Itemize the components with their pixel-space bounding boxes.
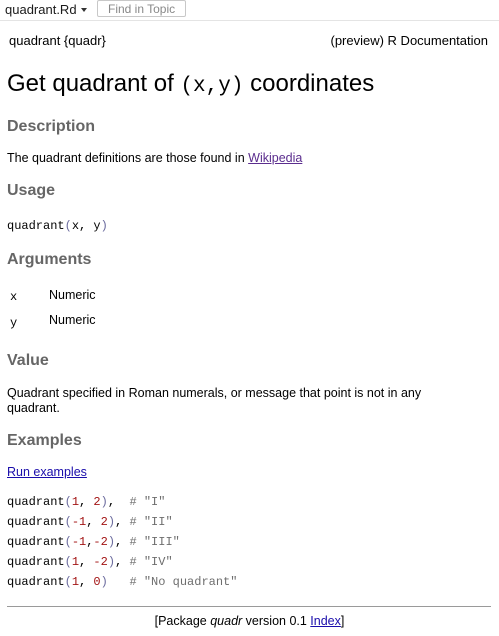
example-pad: , [107,495,130,509]
example-fn: quadrant [7,515,65,529]
title-prefix: Get quadrant of [7,70,181,97]
example-arg-x: 1 [71,495,80,509]
example-line: quadrant(1, 0) # "No quadrant" [7,575,237,589]
example-close: ) [107,535,116,549]
footer-prefix: [Package [154,614,211,628]
example-line: quadrant(-1, 2), # "II" [7,515,173,529]
footer-divider [7,606,491,607]
description-text: The quadrant definitions are those found… [7,151,302,165]
footer-version: version 0.1 [242,614,311,628]
example-close: ) [107,515,116,529]
example-line: quadrant(1, 2), # "I" [7,495,165,509]
chevron-down-icon [80,7,87,12]
example-arg-x: 1 [71,555,80,569]
title-suffix: coordinates [243,70,375,97]
run-examples-paragraph: Run examples [7,465,87,479]
example-fn: quadrant [7,495,65,509]
example-pad: , [115,515,130,529]
example-sep: , [86,515,101,529]
example-open: ( [64,515,72,529]
wikipedia-link[interactable]: Wikipedia [248,151,302,165]
example-close: ) [107,555,116,569]
example-comment: # "No quadrant" [129,575,238,589]
example-fn: quadrant [7,535,65,549]
description-heading: Description [7,118,96,135]
example-open: ( [64,495,72,509]
argument-name-y: y [10,316,18,330]
package-topic-header: quadrant {quadr} [9,33,106,48]
example-arg-y: -2 [93,555,108,569]
index-link[interactable]: Index [310,614,341,628]
example-arg-x: -1 [71,515,87,529]
examples-heading: Examples [7,432,82,449]
example-fn: quadrant [7,575,65,589]
usage-args: x, y [71,219,101,233]
package-footer: [Package quadr version 0.1 Index] [0,614,499,628]
example-arg-y: 0 [93,575,101,589]
example-comment: # "IV" [129,555,173,569]
topic-dropdown-label: quadrant.Rd [5,2,77,17]
example-arg-x: -1 [71,535,87,549]
footer-package-name: quadr [210,614,243,628]
example-close: ) [100,495,108,509]
doc-source-header: (preview) R Documentation [330,33,488,48]
page-title: Get quadrant of (x,y) coordinates [7,70,374,98]
example-pad: , [115,555,130,569]
example-arg-x: 1 [71,575,80,589]
example-comment: # "II" [129,515,173,529]
argument-desc-y: Numeric [49,313,96,327]
example-open: ( [64,555,72,569]
example-sep: , [79,495,94,509]
footer-suffix: ] [340,614,345,628]
example-sep: , [79,555,94,569]
description-body: The quadrant definitions are those found… [7,151,249,165]
example-open: ( [64,535,72,549]
example-comment: # "I" [129,495,166,509]
find-in-topic-input[interactable] [97,0,186,17]
example-open: ( [64,575,72,589]
example-arg-y: 2 [100,515,108,529]
run-examples-link[interactable]: Run examples [7,465,87,479]
example-arg-y: 2 [93,495,101,509]
argument-name-x: x [10,290,18,304]
argument-desc-x: Numeric [49,288,96,302]
help-toolbar: quadrant.Rd [0,0,499,20]
example-line: quadrant(1, -2), # "IV" [7,555,173,569]
usage-fn: quadrant [7,219,65,233]
value-text: Quadrant specified in Roman numerals, or… [7,386,422,415]
arguments-heading: Arguments [7,251,92,268]
example-pad [108,575,130,589]
example-arg-y: -2 [93,535,108,549]
example-close: ) [100,575,108,589]
topic-dropdown[interactable]: quadrant.Rd [5,2,87,17]
usage-heading: Usage [7,182,56,199]
toolbar-divider [0,20,499,21]
title-code: (x,y) [180,75,244,98]
example-sep: , [79,575,94,589]
usage-code: quadrant(x, y) [7,219,108,233]
example-fn: quadrant [7,555,65,569]
usage-open: ( [64,219,72,233]
example-line: quadrant(-1,-2), # "III" [7,535,180,549]
example-comment: # "III" [129,535,180,549]
example-pad: , [115,535,130,549]
value-heading: Value [7,352,49,369]
usage-close: ) [100,219,108,233]
